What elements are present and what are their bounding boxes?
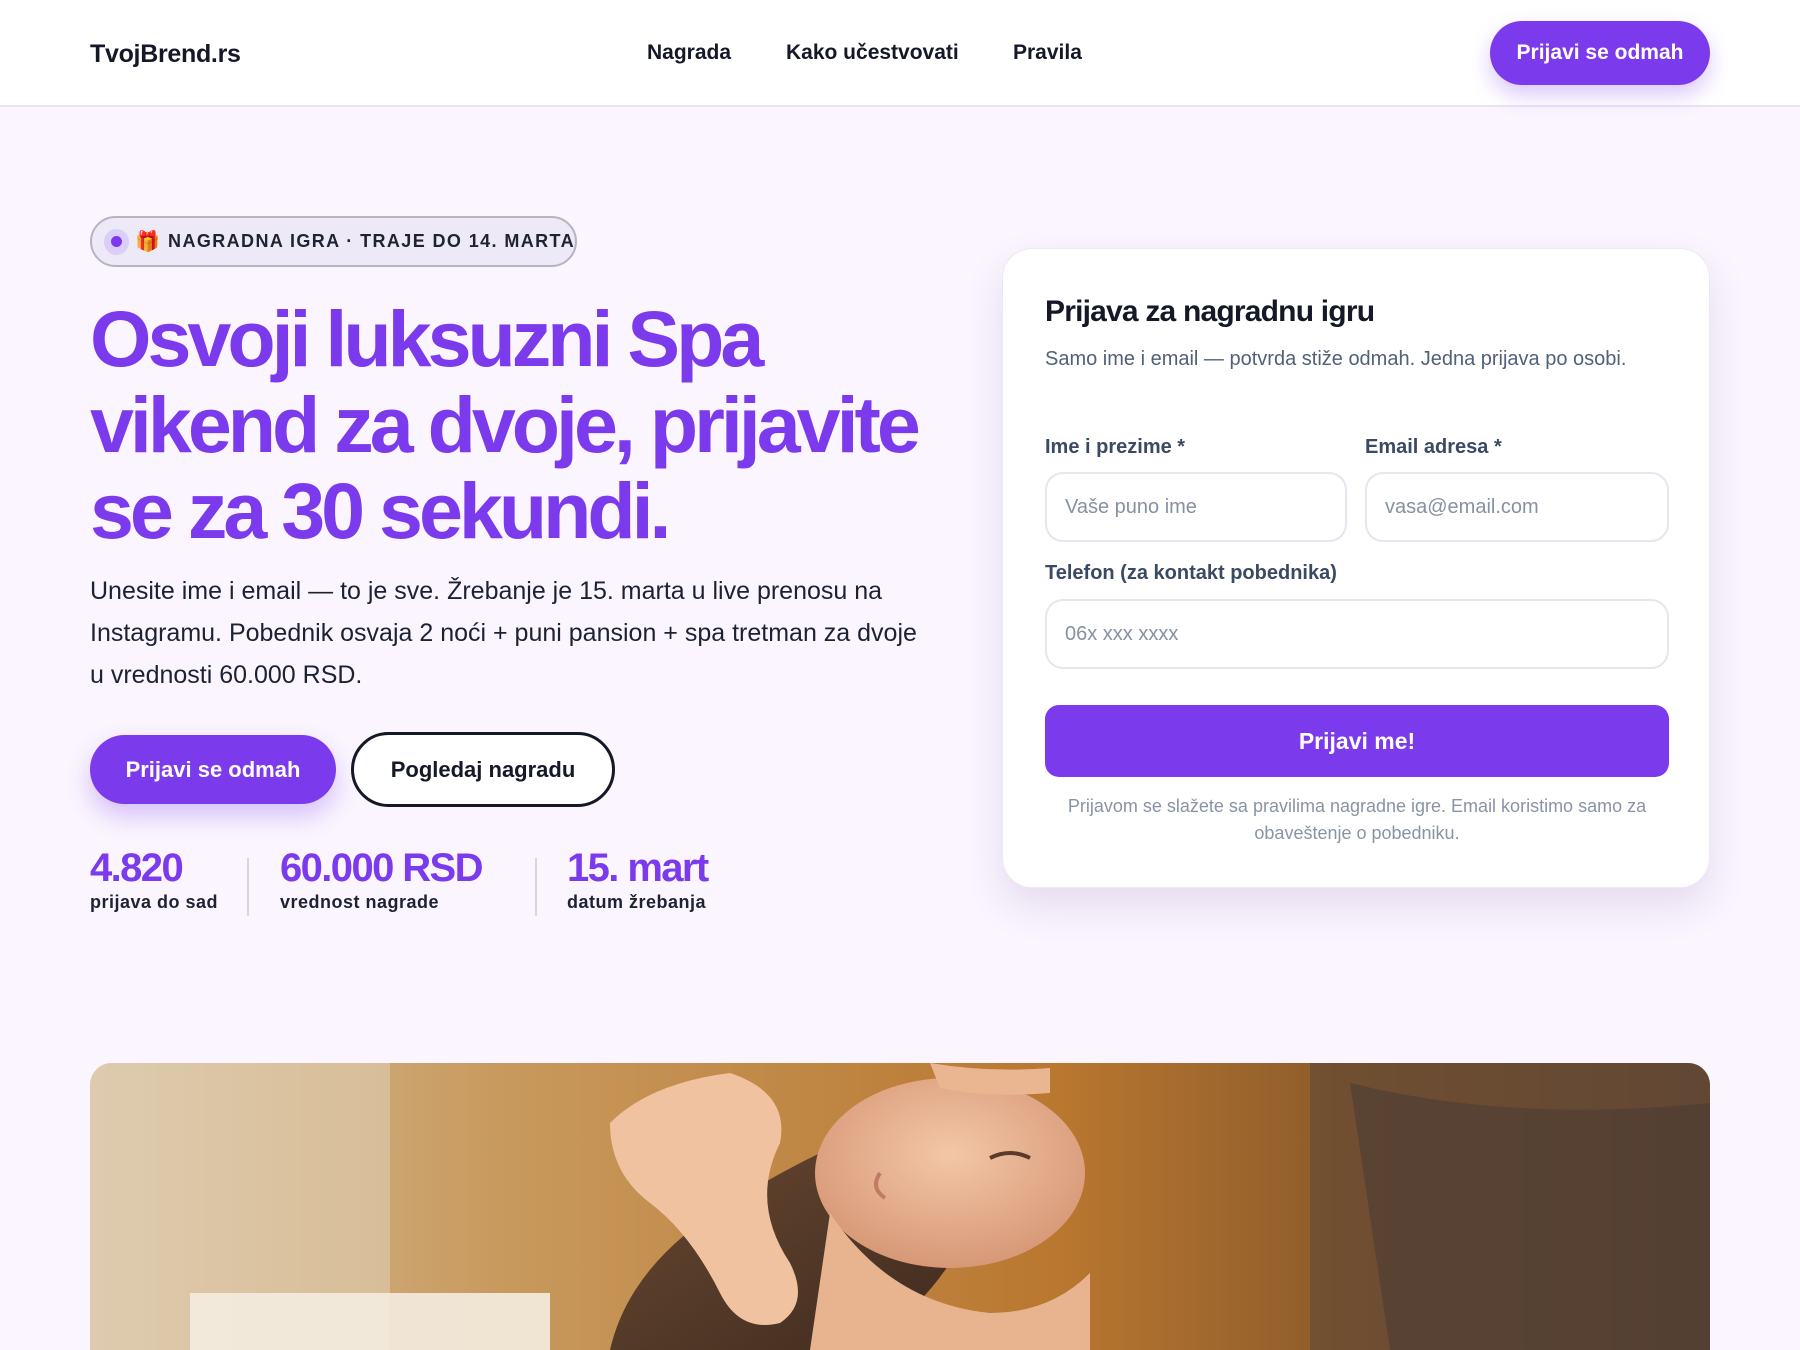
signup-form-card: Prijava za nagradnu igru Samo ime i emai… bbox=[1002, 248, 1710, 888]
phone-label: Telefon (za kontakt pobednika) bbox=[1045, 562, 1337, 584]
form-title: Prijava za nagradnu igru bbox=[1045, 295, 1375, 328]
nav-link-kako-ucestvovati[interactable]: Kako učestvovati bbox=[786, 41, 959, 65]
stat-label: datum žrebanja bbox=[567, 892, 707, 912]
nav-link-pravila[interactable]: Pravila bbox=[1013, 41, 1082, 65]
top-navigation-bar: TvojBrend.rs Nagrada Kako učestvovati Pr… bbox=[0, 0, 1800, 107]
view-prize-button[interactable]: Pogledaj nagradu bbox=[351, 732, 615, 807]
nav-link-nagrada[interactable]: Nagrada bbox=[647, 41, 731, 65]
hero-headline: Osvoji luksuzni Spa vikend za dvoje, pri… bbox=[90, 294, 921, 555]
promo-badge: 🎁 NAGRADNA IGRA · TRAJE DO 14. MARTA bbox=[90, 216, 577, 267]
stat-value: 15. mart bbox=[567, 846, 709, 890]
stat-label: prijava do sad bbox=[90, 892, 219, 912]
name-label: Ime i prezime * bbox=[1045, 436, 1186, 458]
badge-text: NAGRADNA IGRA · TRAJE DO 14. MARTA bbox=[168, 231, 575, 251]
stat-value: 4.820 bbox=[90, 846, 184, 890]
stat-draw-date: 15. mart datum žrebanja bbox=[567, 846, 709, 913]
gift-icon: 🎁 bbox=[135, 230, 161, 253]
stat-divider bbox=[535, 858, 537, 916]
header-signup-button[interactable]: Prijavi se odmah bbox=[1490, 21, 1710, 85]
phone-input[interactable] bbox=[1045, 599, 1669, 669]
email-input[interactable] bbox=[1365, 472, 1669, 542]
stat-divider bbox=[247, 858, 249, 916]
stat-entries: 4.820 prijava do sad bbox=[90, 846, 218, 913]
spa-photo bbox=[90, 1063, 1710, 1350]
stat-label: vrednost nagrade bbox=[280, 892, 440, 912]
signup-now-button[interactable]: Prijavi se odmah bbox=[90, 735, 336, 804]
stat-prize-value: 60.000 RSD vrednost nagrade bbox=[280, 846, 484, 913]
stat-value: 60.000 RSD bbox=[280, 846, 484, 890]
form-disclaimer: Prijavom se slažete sa pravilima nagradn… bbox=[1067, 796, 1647, 843]
form-subtitle: Samo ime i email — potvrda stiže odmah. … bbox=[1045, 348, 1627, 370]
email-label: Email adresa * bbox=[1365, 436, 1502, 458]
submit-button[interactable]: Prijavi me! bbox=[1045, 705, 1669, 777]
name-input[interactable] bbox=[1045, 472, 1347, 542]
hero-description: Unesite ime i email — to je sve. Žrebanj… bbox=[90, 577, 917, 689]
status-dot-icon bbox=[104, 228, 130, 255]
